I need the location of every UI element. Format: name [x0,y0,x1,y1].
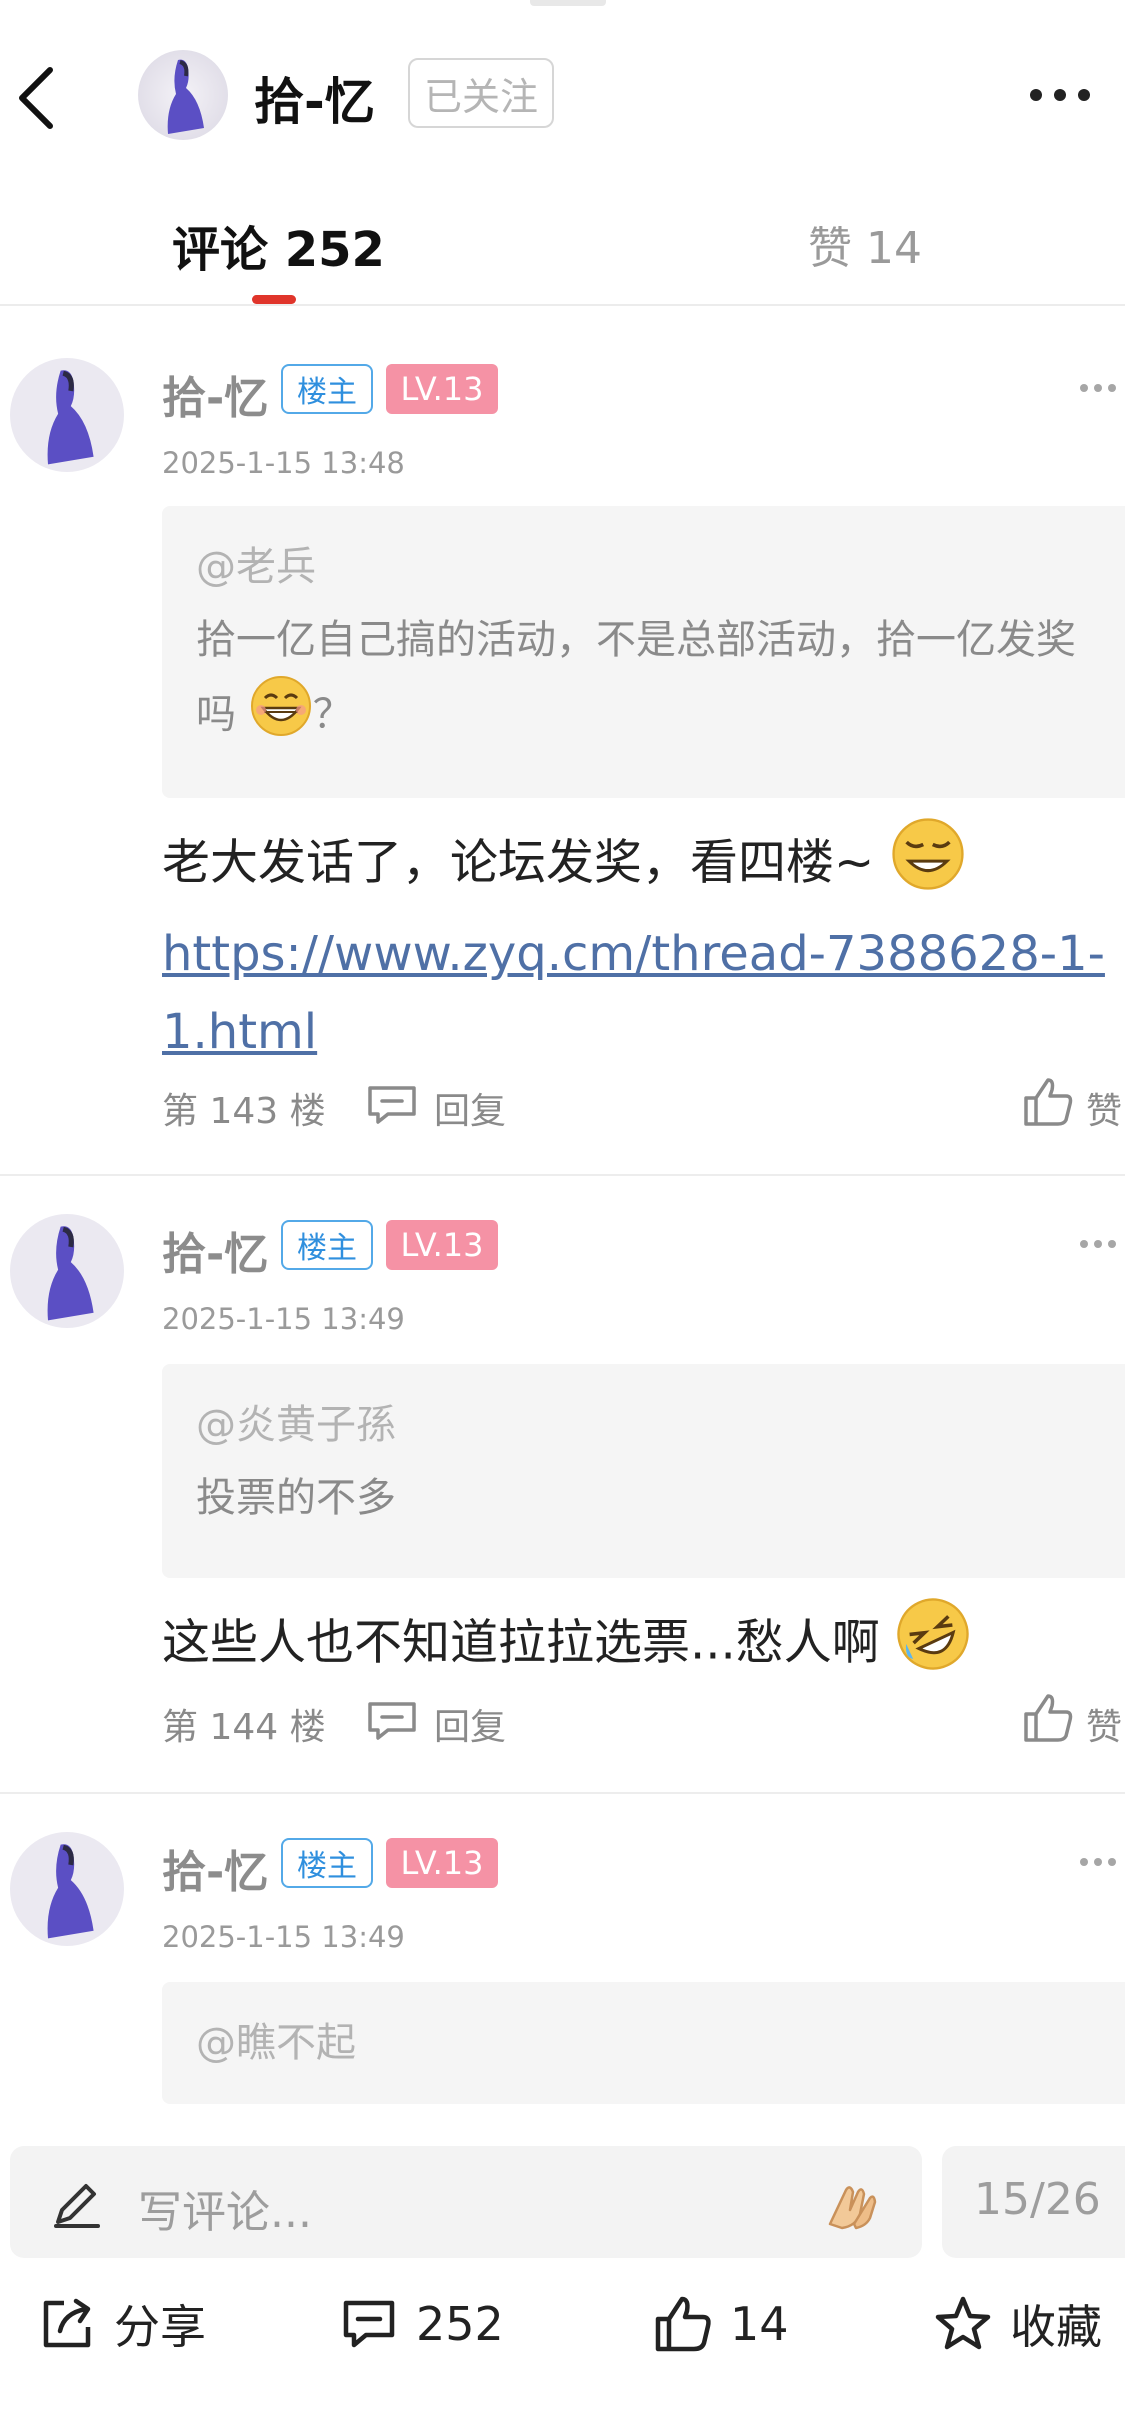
quoted-comment[interactable]: @瞧不起 [162,1982,1125,2104]
pen-icon [54,2184,100,2228]
owner-badge: 楼主 [281,364,373,414]
tab-likes[interactable]: 赞 14 [808,212,922,276]
avatar[interactable] [10,358,124,472]
level-badge: LV.13 [386,1220,498,1270]
top-handle [530,0,606,6]
quoted-comment[interactable]: @老兵 拾一亿自己搞的活动，不是总部活动，拾一亿发奖吗 ？ [162,506,1125,798]
like-count-button[interactable]: 14 [654,2294,789,2354]
share-icon [43,2298,91,2348]
page-indicator[interactable]: 15/26 [974,2174,1101,2225]
comment-author[interactable]: 拾-忆 [162,362,268,426]
author-name[interactable]: 拾-忆 [254,62,375,134]
reply-icon[interactable] [366,1700,418,1740]
more-icon [1080,384,1088,392]
level-badge: LV.13 [386,1838,498,1888]
grin-emoji-icon [249,674,313,759]
comment-author[interactable]: 拾-忆 [162,1218,268,1282]
comment-input-placeholder[interactable]: 写评论... [138,2176,312,2240]
comment-more-button[interactable] [1080,1858,1120,1868]
comment-time: 2025-1-15 13:49 [162,1302,405,1336]
owner-badge: 楼主 [281,1838,373,1888]
comment-author[interactable]: 拾-忆 [162,1836,268,1900]
tab-divider [0,304,1125,306]
star-icon [935,2296,991,2350]
quote-text: 投票的不多 [196,1475,396,1521]
like-button[interactable]: 赞 [1086,1698,1122,1750]
more-button[interactable] [1030,80,1110,110]
author-avatar[interactable] [138,50,228,140]
quote-mention: @瞧不起 [196,2020,356,2066]
back-icon [19,67,53,129]
avatar[interactable] [10,1214,124,1328]
thumb-up-icon[interactable] [1022,1076,1074,1128]
like-button[interactable]: 赞 [1086,1082,1122,1134]
floor-number: 第 143 楼 [162,1091,326,1132]
floor-number: 第 144 楼 [162,1707,326,1748]
collect-button[interactable]: 收藏 [934,2294,1102,2354]
like-count: 14 [730,2297,789,2351]
comment-count-button[interactable]: 252 [340,2294,504,2354]
quote-mention: @炎黄子孫 [196,1402,396,1448]
avatar[interactable] [10,1832,124,1946]
back-button[interactable] [8,60,68,136]
follow-button[interactable]: 已关注 [408,58,554,128]
more-icon [1080,1858,1088,1866]
rofl-emoji-icon [895,1596,971,1695]
quote-text: 拾一亿自己搞的活动，不是总部活动，拾一亿发奖吗 ？ [196,606,1091,759]
comment-more-button[interactable] [1080,384,1120,394]
reply-icon[interactable] [366,1084,418,1124]
reply-button[interactable]: 回复 [434,1698,506,1750]
comment-time: 2025-1-15 13:49 [162,1920,405,1954]
level-badge: LV.13 [386,364,498,414]
comment-separator [0,1792,1125,1794]
share-button[interactable]: 分享 [38,2294,206,2354]
comment-text: 老大发话了，论坛发奖，看四楼~ https://www.zyq.cm/threa… [162,816,1122,1071]
quoted-comment[interactable]: @炎黄子孫 投票的不多 [162,1364,1125,1578]
comment-separator [0,1174,1125,1176]
praying-hands-icon[interactable] [820,2170,884,2234]
owner-badge: 楼主 [281,1220,373,1270]
comment-more-button[interactable] [1080,1240,1120,1250]
reply-button[interactable]: 回复 [434,1082,506,1134]
smirk-emoji-icon [890,816,966,915]
share-label: 分享 [114,2300,206,2354]
comment-text: 这些人也不知道拉拉选票...愁人啊 [162,1596,1122,1695]
more-icon [1080,1240,1088,1248]
comment-time: 2025-1-15 13:48 [162,446,405,480]
quote-mention: @老兵 [196,544,316,590]
thumb-up-icon[interactable] [1022,1692,1074,1744]
thumb-up-icon [655,2296,711,2352]
thread-link[interactable]: https://www.zyq.cm/thread-7388628-1-1.ht… [162,926,1105,1060]
comment-icon [343,2300,395,2348]
tab-comments[interactable]: 评论 252 [172,210,385,280]
collect-label: 收藏 [1010,2300,1102,2354]
more-icon [1030,89,1042,101]
active-tab-indicator [252,295,296,304]
comment-count: 252 [416,2297,504,2351]
